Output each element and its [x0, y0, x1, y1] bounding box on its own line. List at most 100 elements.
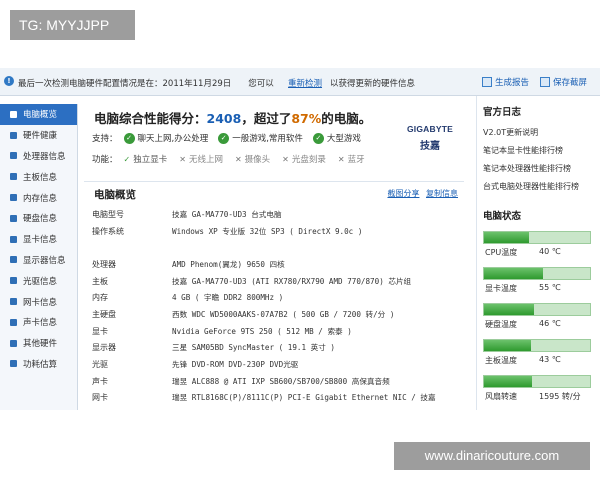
network-icon	[10, 298, 17, 306]
watermark-url: www.dinaricouture.com	[394, 442, 590, 470]
spec-key: 声卡	[92, 376, 108, 386]
sidebar-item-hardware-health[interactable]: 硬件健康	[0, 125, 77, 146]
news-link[interactable]: V2.0T更新说明	[483, 124, 579, 142]
sidebar-item-label: 网卡信息	[23, 297, 58, 308]
sidebar-item-label: 处理器信息	[23, 151, 66, 162]
memory-icon	[10, 194, 17, 202]
sidebar-item-disk[interactable]: 硬盘信息	[0, 208, 77, 229]
sidebar-item-label: 功耗估算	[23, 359, 58, 370]
spec-key: 操作系统	[92, 226, 124, 236]
check-icon: ✓	[218, 132, 230, 144]
cross-icon: ✕	[234, 154, 242, 164]
save-screenshot-button[interactable]: 保存截屏	[540, 76, 587, 88]
sidebar-item-optical[interactable]: 光驱信息	[0, 270, 77, 291]
status-value: 1595 转/分	[539, 392, 581, 401]
sidebar-item-label: 显卡信息	[23, 235, 58, 246]
status-bar-fill	[484, 340, 531, 351]
sidebar-item-monitor[interactable]: 显示器信息	[0, 250, 77, 271]
spec-key: 光驱	[92, 360, 108, 370]
status-item-gpu-temp: 显卡温度 55 ℃	[483, 264, 595, 300]
news-link[interactable]: 笔记本显卡性能排行榜	[483, 142, 579, 160]
sidebar-item-motherboard[interactable]: 主板信息	[0, 166, 77, 187]
sidebar-item-label: 其他硬件	[23, 339, 58, 350]
function-item-label: 光盘刻录	[291, 155, 326, 165]
support-item: ✓ 大型游戏	[312, 132, 361, 144]
brand-logo: GIGABYTE 技嘉	[402, 124, 458, 152]
status-value: 43 ℃	[539, 355, 561, 364]
sidebar-item-network[interactable]: 网卡信息	[0, 291, 77, 312]
check-icon: ✓	[312, 132, 324, 144]
sidebar-item-label: 硬件健康	[23, 131, 58, 142]
other-hardware-icon	[10, 339, 17, 347]
graphics-card-icon	[10, 235, 17, 243]
sidebar-item-label: 电脑概览	[23, 110, 58, 121]
spec-key: 显示器	[92, 343, 116, 353]
status-label: 硬盘温度	[485, 320, 517, 329]
share-screenshot-link[interactable]: 截图分享	[387, 189, 419, 198]
news-link[interactable]: 笔记本处理器性能排行榜	[483, 160, 579, 178]
audio-icon	[10, 318, 17, 326]
status-bar	[483, 375, 591, 388]
sidebar-item-overview[interactable]: 电脑概览	[0, 104, 77, 125]
score-value: 2408	[206, 111, 242, 126]
cross-icon: ✕	[282, 154, 289, 164]
watermark-tag: TG: MYYJJPP	[10, 10, 135, 40]
overview-title: 电脑概览	[94, 189, 136, 201]
function-item: ✓ 独立显卡	[124, 153, 168, 166]
score-percent: 87%	[291, 111, 322, 126]
sidebar: 电脑概览 硬件健康 处理器信息 主板信息 内存信息 硬盘信息 显卡信息 显示器信…	[0, 104, 78, 410]
sidebar-item-graphics[interactable]: 显卡信息	[0, 229, 77, 250]
table-row: 显卡 Nvidia GeForce 9TS 250 ( 512 MB / 索泰 )	[92, 323, 464, 340]
status-list: CPU温度 40 ℃ 显卡温度 55 ℃ 硬盘温度 46 ℃ 主板温度 43 ℃…	[483, 228, 595, 408]
status-bar	[483, 339, 591, 352]
sidebar-item-label: 声卡信息	[23, 318, 58, 329]
function-item: ✕ 蓝牙	[338, 153, 365, 166]
spec-value: AMD Phenom(翼龙) 9650 四核	[172, 259, 285, 269]
sidebar-item-memory[interactable]: 内存信息	[0, 187, 77, 208]
status-label: 风扇转速	[485, 392, 517, 401]
table-row: 操作系统 Windows XP 专业版 32位 SP3 ( DirectX 9.0…	[92, 223, 464, 240]
news-link[interactable]: 台式电脑处理器性能排行榜	[483, 178, 579, 196]
save-icon	[540, 77, 550, 87]
spec-value: Nvidia GeForce 9TS 250 ( 512 MB / 索泰 )	[172, 326, 352, 336]
recheck-link[interactable]: 重新检测	[288, 77, 322, 89]
table-row: 网卡 瑞昱 RTL8168C(P)/8111C(P) PCI-E Gigabit …	[92, 390, 464, 407]
motherboard-icon	[10, 173, 17, 181]
function-item: ✕ 无线上网	[179, 153, 223, 166]
status-bar	[483, 231, 591, 244]
generate-report-button[interactable]: 生成报告	[482, 76, 529, 88]
status-value: 40 ℃	[539, 247, 561, 256]
sidebar-item-other[interactable]: 其他硬件	[0, 333, 77, 354]
table-row: 主板 技嘉 GA-MA770-UD3 (ATI RX780/RX790 AMD 7…	[92, 273, 464, 290]
score-suffix: 的电脑。	[321, 111, 372, 126]
table-row: 声卡 瑞昱 ALC888 @ ATI IXP SB600/SB700/SB800 …	[92, 373, 464, 390]
sidebar-item-label: 内存信息	[23, 193, 58, 204]
save-screenshot-label: 保存截屏	[553, 78, 588, 88]
function-item: ✕ 摄像头	[234, 153, 270, 166]
sidebar-item-power[interactable]: 功耗估算	[0, 354, 77, 375]
sidebar-item-label: 显示器信息	[23, 255, 66, 266]
sidebar-item-label: 硬盘信息	[23, 214, 58, 225]
table-row: 显示器 三星 SAM05BD SyncMaster ( 19.1 英寸 )	[92, 340, 464, 357]
sidebar-item-label: 主板信息	[23, 172, 58, 183]
top-info-bar: ! 最后一次检测电脑硬件配置情况是在：2011年11月29日 您可以 重新检测 …	[0, 68, 600, 96]
score-prefix: 电脑综合性能得分：	[94, 111, 207, 126]
table-row-spacer	[92, 239, 464, 256]
spec-key: 处理器	[92, 259, 116, 269]
spec-value: Windows XP 专业版 32位 SP3 ( DirectX 9.0c )	[172, 226, 363, 236]
status-item-cpu-temp: CPU温度 40 ℃	[483, 228, 595, 264]
function-item-label: 蓝牙	[347, 155, 365, 165]
sidebar-item-cpu[interactable]: 处理器信息	[0, 146, 77, 167]
support-item-label: 聊天上网,办公处理	[137, 134, 209, 144]
spec-key: 电脑型号	[92, 209, 124, 219]
spec-value: 技嘉 GA-MA770-UD3 台式电脑	[172, 209, 282, 219]
status-bar	[483, 303, 591, 316]
last-check-message-suffix: 以获得更新的硬件信息	[330, 79, 416, 89]
score-middle: ，超过了	[241, 111, 292, 126]
copy-info-link[interactable]: 复制信息	[426, 189, 458, 198]
report-icon	[482, 77, 492, 87]
sidebar-item-audio[interactable]: 声卡信息	[0, 312, 77, 333]
function-label: 功能：	[92, 155, 118, 165]
status-label: 主板温度	[485, 356, 517, 365]
function-item-label: 无线上网	[188, 155, 223, 165]
